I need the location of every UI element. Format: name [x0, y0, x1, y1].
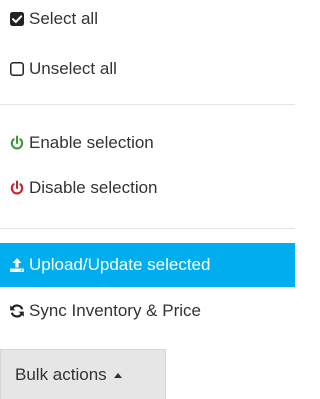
menu-item-label: Enable selection [29, 133, 154, 152]
empty-checkbox-icon [9, 61, 25, 77]
power-icon [9, 135, 25, 151]
menu-item-unselect-all[interactable]: Unselect all [0, 50, 295, 88]
menu-divider [0, 228, 295, 229]
upload-icon [9, 257, 25, 273]
menu-item-label: Disable selection [29, 178, 158, 197]
menu-item-select-all[interactable]: Select all [0, 0, 295, 38]
bulk-actions-button[interactable]: Bulk actions [0, 349, 166, 399]
caret-up-icon [113, 372, 122, 378]
sync-icon [9, 303, 25, 319]
menu-item-sync-inventory-price[interactable]: Sync Inventory & Price [0, 292, 295, 330]
checked-checkbox-icon [9, 11, 25, 27]
menu-item-label: Sync Inventory & Price [29, 301, 201, 320]
power-icon [9, 180, 25, 196]
menu-item-upload-update-selected[interactable]: Upload/Update selected [0, 243, 295, 287]
menu-item-label: Unselect all [29, 59, 117, 78]
menu-item-label: Select all [29, 9, 98, 28]
menu-divider [0, 104, 295, 105]
bulk-actions-dropdown-menu: Select all Unselect all Enable selection… [0, 0, 295, 343]
menu-item-disable-selection[interactable]: Disable selection [0, 169, 295, 207]
menu-item-label: Upload/Update selected [29, 255, 211, 274]
bulk-actions-label: Bulk actions [15, 364, 107, 384]
menu-item-enable-selection[interactable]: Enable selection [0, 124, 295, 162]
